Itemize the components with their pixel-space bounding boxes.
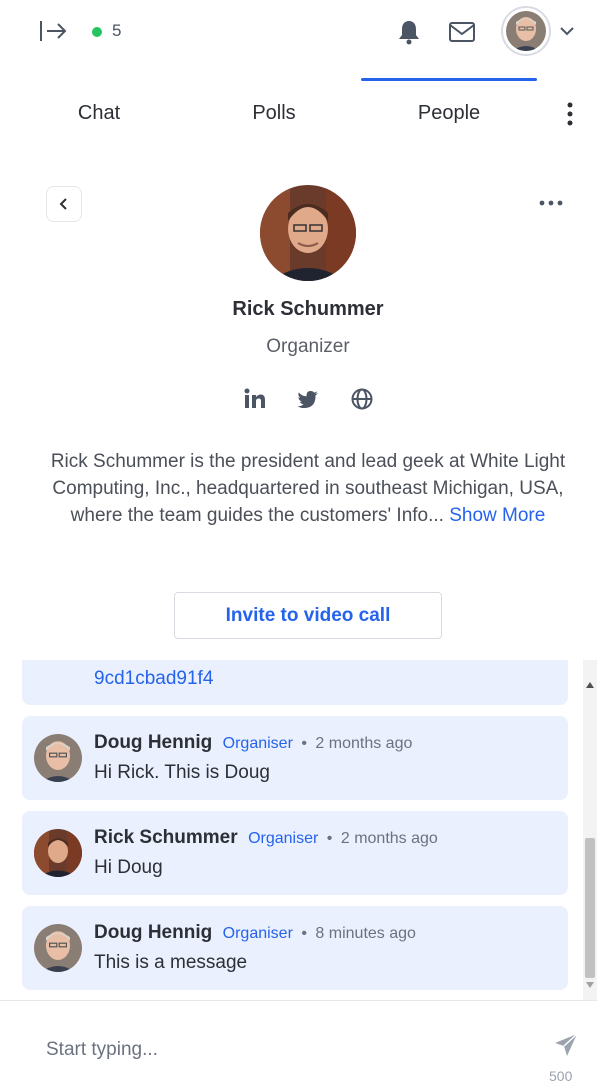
chat-messages-area: 9cd1cbad91f4 Doug Hennig Organiser • 2 m… — [0, 660, 597, 1000]
message-time: 2 months ago — [315, 735, 413, 752]
message-text: Hi Rick. This is Doug — [94, 762, 270, 783]
message-role-badge: Organiser — [222, 925, 293, 942]
profile-avatar — [260, 185, 356, 281]
profile-bio: Rick Schummer is the president and lead … — [40, 448, 576, 529]
message-author: Doug Hennig — [94, 732, 213, 753]
online-status-dot — [92, 27, 102, 37]
message-card: Doug Hennig Organiser • 8 minutes ago Th… — [22, 906, 568, 990]
tab-bar: Chat Polls People — [0, 64, 597, 160]
message-text: This is a message — [94, 952, 248, 973]
profile-role: Organizer — [266, 336, 350, 357]
twitter-icon[interactable] — [296, 386, 320, 412]
profile-more-icon[interactable] — [537, 196, 565, 210]
message-text: Hi Doug — [94, 857, 163, 878]
chevron-down-icon[interactable] — [559, 24, 575, 38]
message-input[interactable] — [30, 1030, 530, 1070]
mail-icon[interactable] — [448, 21, 476, 43]
globe-icon[interactable] — [350, 386, 374, 412]
user-avatar[interactable] — [501, 6, 551, 56]
message-header: Doug Hennig Organiser • 2 months ago — [94, 732, 412, 754]
message-time: 2 months ago — [340, 830, 438, 847]
tab-chat[interactable]: Chat — [39, 102, 159, 125]
message-header: Doug Hennig Organiser • 8 minutes ago — [94, 922, 416, 944]
message-avatar — [34, 829, 82, 877]
message-link-text[interactable]: 9cd1cbad91f4 — [94, 668, 213, 690]
separator-dot: • — [301, 925, 307, 942]
chevron-left-icon — [59, 198, 67, 210]
chat-scroll-region[interactable]: 9cd1cbad91f4 Doug Hennig Organiser • 2 m… — [0, 660, 583, 1000]
more-options-icon[interactable] — [562, 100, 578, 128]
linkedin-icon[interactable] — [242, 386, 268, 412]
exit-icon[interactable] — [38, 18, 68, 44]
message-time: 8 minutes ago — [315, 925, 416, 942]
scroll-down-arrow-icon[interactable] — [586, 982, 594, 988]
invite-to-video-call-button[interactable]: Invite to video call — [174, 592, 442, 639]
message-role-badge: Organiser — [248, 830, 319, 847]
separator-dot: • — [326, 830, 333, 847]
online-count: 5 — [112, 21, 122, 40]
message-card-partial: 9cd1cbad91f4 — [22, 660, 568, 705]
top-bar: 5 — [0, 0, 597, 64]
message-card: Doug Hennig Organiser • 2 months ago Hi … — [22, 716, 568, 800]
message-card: Rick Schummer Organiser • 2 months ago H… — [22, 811, 568, 895]
tab-people[interactable]: People — [389, 102, 509, 125]
character-limit: 500 — [549, 1068, 573, 1084]
message-header: Rick Schummer Organiser • 2 months ago — [94, 827, 438, 849]
bell-icon[interactable] — [397, 19, 421, 45]
show-more-link[interactable]: Show More — [449, 505, 545, 526]
chat-scrollbar[interactable] — [583, 660, 597, 1000]
avatar-image — [506, 11, 546, 51]
profile-name: Rick Schummer — [232, 298, 384, 320]
message-author: Rick Schummer — [94, 827, 238, 848]
message-avatar — [34, 734, 82, 782]
send-icon[interactable] — [553, 1032, 579, 1058]
composer-divider — [0, 1000, 597, 1001]
back-button[interactable] — [46, 186, 82, 222]
active-tab-indicator — [361, 78, 537, 81]
scroll-up-arrow-icon[interactable] — [586, 682, 594, 688]
message-avatar — [34, 924, 82, 972]
tab-polls[interactable]: Polls — [214, 102, 334, 125]
scrollbar-thumb[interactable] — [585, 838, 595, 978]
message-role-badge: Organiser — [222, 735, 293, 752]
separator-dot: • — [301, 735, 307, 752]
message-author: Doug Hennig — [94, 922, 213, 943]
